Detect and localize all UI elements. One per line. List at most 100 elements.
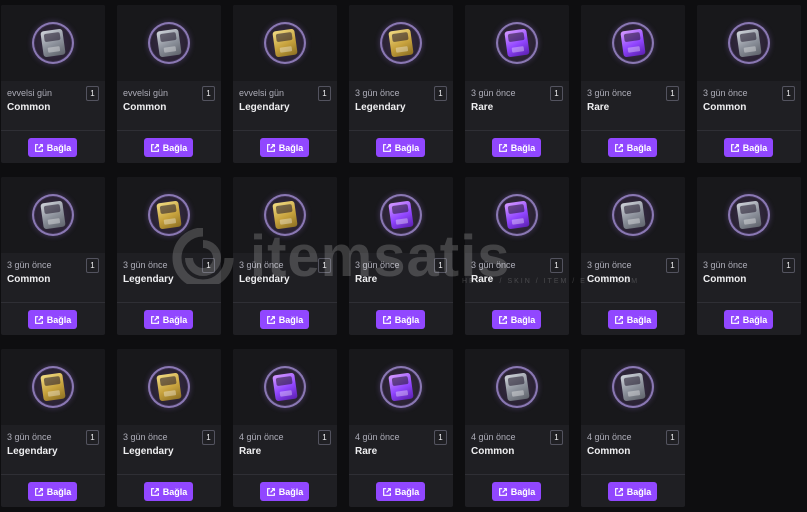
link-button-label: Bağla xyxy=(626,314,652,325)
external-link-icon xyxy=(382,143,392,153)
external-link-icon xyxy=(382,315,392,325)
link-button[interactable]: Bağla xyxy=(608,482,657,501)
link-button[interactable]: Bağla xyxy=(724,310,773,329)
external-link-icon xyxy=(266,143,276,153)
reward-thumbnail xyxy=(581,349,685,425)
link-button[interactable]: Bağla xyxy=(492,138,541,157)
reward-thumbnail xyxy=(1,177,105,253)
link-button[interactable]: Bağla xyxy=(28,482,77,501)
divider xyxy=(117,474,221,475)
reward-thumbnail xyxy=(349,5,453,81)
quantity-badge: 1 xyxy=(318,258,331,273)
drop-card: 3 gün önce Rare 1 Bağla xyxy=(465,177,569,335)
quantity-badge: 1 xyxy=(782,86,795,101)
link-button[interactable]: Bağla xyxy=(376,138,425,157)
reward-orb-icon xyxy=(496,366,538,408)
rarity-label: Common xyxy=(7,102,51,113)
reward-orb-icon xyxy=(32,22,74,64)
reward-thumbnail xyxy=(233,349,337,425)
link-button[interactable]: Bağla xyxy=(492,310,541,329)
reward-orb-icon xyxy=(264,194,306,236)
quantity-badge: 1 xyxy=(550,258,563,273)
link-button-label: Bağla xyxy=(510,486,536,497)
link-button-label: Bağla xyxy=(626,142,652,153)
rarity-label: Legendary xyxy=(123,446,174,457)
reward-thumbnail xyxy=(697,177,801,253)
rarity-label: Rare xyxy=(355,274,378,285)
treasure-chest-icon xyxy=(504,200,530,230)
external-link-icon xyxy=(614,315,624,325)
link-button[interactable]: Bağla xyxy=(144,310,193,329)
divider xyxy=(117,130,221,131)
quantity-badge: 1 xyxy=(86,430,99,445)
external-link-icon xyxy=(730,315,740,325)
drop-card: 3 gün önce Rare 1 Bağla xyxy=(581,5,685,163)
treasure-chest-icon xyxy=(736,28,762,58)
link-button[interactable]: Bağla xyxy=(28,138,77,157)
external-link-icon xyxy=(34,315,44,325)
divider xyxy=(1,302,105,303)
link-button[interactable]: Bağla xyxy=(608,138,657,157)
link-button[interactable]: Bağla xyxy=(608,310,657,329)
quantity-badge: 1 xyxy=(434,258,447,273)
link-button[interactable]: Bağla xyxy=(144,482,193,501)
divider xyxy=(581,130,685,131)
link-button[interactable]: Bağla xyxy=(724,138,773,157)
drop-card: 4 gün önce Rare 1 Bağla xyxy=(233,349,337,507)
reward-thumbnail xyxy=(465,177,569,253)
rarity-label: Rare xyxy=(471,274,494,285)
link-button[interactable]: Bağla xyxy=(28,310,77,329)
link-button[interactable]: Bağla xyxy=(260,310,309,329)
treasure-chest-icon xyxy=(156,372,182,402)
divider xyxy=(349,130,453,131)
reward-thumbnail xyxy=(581,5,685,81)
reward-orb-icon xyxy=(496,22,538,64)
reward-thumbnail xyxy=(117,5,221,81)
rarity-label: Rare xyxy=(239,446,262,457)
divider xyxy=(1,130,105,131)
link-button-label: Bağla xyxy=(626,486,652,497)
reward-thumbnail xyxy=(581,177,685,253)
rarity-label: Rare xyxy=(355,446,378,457)
reward-thumbnail xyxy=(1,349,105,425)
link-button-label: Bağla xyxy=(394,314,420,325)
link-button[interactable]: Bağla xyxy=(376,310,425,329)
reward-orb-icon xyxy=(148,366,190,408)
link-button-label: Bağla xyxy=(162,486,188,497)
reward-orb-icon xyxy=(728,194,770,236)
divider xyxy=(1,474,105,475)
reward-orb-icon xyxy=(264,22,306,64)
quantity-badge: 1 xyxy=(434,86,447,101)
quantity-badge: 1 xyxy=(86,86,99,101)
quantity-badge: 1 xyxy=(550,86,563,101)
divider xyxy=(581,302,685,303)
link-button[interactable]: Bağla xyxy=(260,138,309,157)
reward-orb-icon xyxy=(380,194,422,236)
treasure-chest-icon xyxy=(620,200,646,230)
rarity-label: Rare xyxy=(587,102,610,113)
rarity-label: Rare xyxy=(471,102,494,113)
reward-thumbnail xyxy=(697,5,801,81)
drops-grid: evvelsi gün Common 1 Bağla evvelsi gün Common… xyxy=(1,5,801,507)
divider xyxy=(697,302,801,303)
rarity-label: Common xyxy=(587,446,631,457)
external-link-icon xyxy=(730,143,740,153)
treasure-chest-icon xyxy=(620,28,646,58)
rarity-label: Common xyxy=(703,102,747,113)
link-button[interactable]: Bağla xyxy=(144,138,193,157)
drop-card: evvelsi gün Common 1 Bağla xyxy=(1,5,105,163)
treasure-chest-icon xyxy=(272,200,298,230)
drop-card: 3 gün önce Common 1 Bağla xyxy=(1,177,105,335)
link-button-label: Bağla xyxy=(510,142,536,153)
drop-card: 3 gün önce Rare 1 Bağla xyxy=(465,5,569,163)
external-link-icon xyxy=(266,487,276,497)
link-button[interactable]: Bağla xyxy=(260,482,309,501)
link-button[interactable]: Bağla xyxy=(492,482,541,501)
external-link-icon xyxy=(614,487,624,497)
quantity-badge: 1 xyxy=(782,258,795,273)
reward-thumbnail xyxy=(233,5,337,81)
reward-orb-icon xyxy=(148,22,190,64)
link-button[interactable]: Bağla xyxy=(376,482,425,501)
treasure-chest-icon xyxy=(156,200,182,230)
divider xyxy=(465,474,569,475)
